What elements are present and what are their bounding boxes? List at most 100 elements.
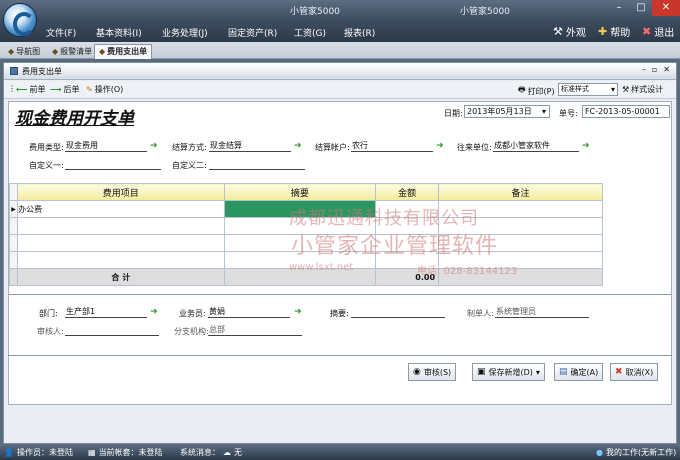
tab-label: 报警清单 xyxy=(60,46,93,56)
document-window-icon xyxy=(10,67,18,75)
save-new-button[interactable]: ▣ 保存新增(D) ▾ xyxy=(472,363,545,381)
date-label: 日期: xyxy=(444,109,463,118)
settle-method-field[interactable]: 现金结算 xyxy=(209,140,291,152)
col-header-remark[interactable]: 备注 xyxy=(438,183,603,201)
tab-label: 导航图 xyxy=(16,46,41,56)
custom-field-1[interactable] xyxy=(65,158,161,170)
prev-doc-button[interactable]: ⟵ 前单 xyxy=(16,84,45,95)
settle-method-picker-icon[interactable]: ➜ xyxy=(294,141,302,151)
menu-business[interactable]: 业务处理(J) xyxy=(162,26,208,39)
cancel-button[interactable]: ✖ 取消(X) xyxy=(610,363,659,381)
document-toolbar: ⋮ ⟵ 前单 ⟶ 后单 ✎ 操作(O) 🖶 打印(P) 标准样式 ⚒ 样式设计 xyxy=(4,81,676,99)
window-title-left: 小管家5000 xyxy=(290,7,340,17)
next-doc-button[interactable]: ⟶ 后单 xyxy=(50,84,79,95)
alarm-icon: ◆ xyxy=(52,46,59,56)
close-button[interactable]: ✕ xyxy=(652,0,680,16)
menu-salary[interactable]: 工资(G) xyxy=(294,26,326,39)
doc-minimize-button[interactable]: – xyxy=(642,65,646,74)
operations-icon: ✎ xyxy=(86,85,93,94)
minimize-button[interactable]: – xyxy=(608,0,630,16)
expense-document-window: 费用支出单 – ▫ ✕ ⋮ ⟵ 前单 ⟶ 后单 ✎ 操作(O) 🖶 打印(P) … xyxy=(3,62,677,444)
settle-account-picker-icon[interactable]: ➜ xyxy=(436,141,444,151)
maximize-button[interactable]: □ xyxy=(630,0,652,16)
arrow-left-icon: ⟵ xyxy=(16,85,28,94)
wrench-icon: ⚒ xyxy=(622,85,630,94)
col-header-amount[interactable]: 金额 xyxy=(375,183,440,201)
audit-label: 审核(S) xyxy=(423,367,452,377)
clerk-field[interactable]: 黄娟 xyxy=(208,306,290,318)
my-work-status[interactable]: ● 我的工作(无新工作) xyxy=(596,447,676,458)
sysmsg-value: 无 xyxy=(234,448,242,457)
style-design-button[interactable]: ⚒ 样式设计 xyxy=(622,84,663,95)
auditor-label: 审核人: xyxy=(37,327,64,336)
date-picker[interactable]: 2013年05月13日 xyxy=(464,105,550,118)
custom-field-2[interactable] xyxy=(209,158,305,170)
save-icon: ▤ xyxy=(559,367,568,377)
my-work-text: 我的工作(无新工作) xyxy=(605,448,677,457)
account-status: ▦ 当前帐套：未登陆 xyxy=(88,447,163,458)
style-design-label: 样式设计 xyxy=(631,85,664,94)
help-menu[interactable]: ✚ 帮助 xyxy=(598,24,630,39)
tab-navigation[interactable]: ◆ 导航图 xyxy=(4,44,44,59)
exit-label: 退出 xyxy=(654,28,675,39)
print-button[interactable]: 🖶 打印(P) xyxy=(518,84,555,98)
menu-file[interactable]: 文件(F) xyxy=(46,26,76,39)
date-dropdown-icon[interactable]: ▾ xyxy=(542,107,546,116)
department-picker-icon[interactable]: ➜ xyxy=(150,307,158,317)
menu-basic-data[interactable]: 基本资料(I) xyxy=(96,26,142,39)
page-title: 现金费用开支单 xyxy=(15,109,134,129)
toolbar-grip: ⋮ xyxy=(8,84,16,93)
watermark-phone: 电话: 028-83144123 xyxy=(417,266,518,277)
window-title-right: 小管家5000 xyxy=(460,7,510,17)
menu-fixed-assets[interactable]: 固定资产(R) xyxy=(228,26,277,39)
cell-expense-item[interactable] xyxy=(17,251,225,269)
sysmsg-label: 系统消息： xyxy=(180,448,220,457)
col-header-summary[interactable]: 摘要 xyxy=(223,183,377,201)
row-indicator-header xyxy=(8,183,19,201)
system-message: 系统消息： ☁ 无 xyxy=(180,447,242,458)
document-window-controls: – ▫ ✕ xyxy=(642,65,670,74)
exit-menu[interactable]: ✖ 退出 xyxy=(642,24,674,39)
save-new-icon: ▣ xyxy=(477,367,486,377)
row-indicator xyxy=(8,234,19,252)
title-bar: 小管家5000 小管家5000 – □ ✕ 文件(F) 基本资料(I) 业务处理… xyxy=(0,0,680,42)
cell-expense-item[interactable]: 办公费 xyxy=(17,200,225,218)
account-text: 当前帐套：未登陆 xyxy=(98,448,163,457)
document-icon: ◆ xyxy=(99,47,106,56)
expense-type-field[interactable]: 现金费用 xyxy=(65,140,147,152)
doc-number-field[interactable]: FC-2013-05-00001 xyxy=(582,105,670,118)
document-titlebar: 费用支出单 – ▫ ✕ xyxy=(4,63,676,80)
menu-reports[interactable]: 报表(R) xyxy=(344,26,375,39)
audit-icon: ◉ xyxy=(413,367,421,377)
settle-account-field[interactable]: 农行 xyxy=(351,140,433,152)
doc-restore-button[interactable]: ▫ xyxy=(652,65,657,74)
tab-expense-sheet[interactable]: ◆ 费用支出单 xyxy=(94,44,153,59)
department-field[interactable]: 生产部1 xyxy=(65,306,147,318)
arrow-right-icon: ⟶ xyxy=(50,85,62,94)
ok-button[interactable]: ▤ 确定(A) xyxy=(554,363,604,381)
doc-close-button[interactable]: ✕ xyxy=(663,65,670,74)
cell-expense-item[interactable] xyxy=(17,234,225,252)
button-bar-divider xyxy=(8,355,672,356)
style-select[interactable]: 标准样式 xyxy=(558,83,618,96)
partner-unit-field[interactable]: 成都小管家软件 xyxy=(493,140,579,152)
cell-expense-item[interactable] xyxy=(17,217,225,235)
watermark-product: 小管家企业管理软件 xyxy=(291,234,499,259)
clerk-picker-icon[interactable]: ➜ xyxy=(294,307,302,317)
department-label: 部门: xyxy=(39,309,58,318)
appearance-menu[interactable]: ⚒ 外观 xyxy=(553,24,586,39)
audit-button[interactable]: ◉ 审核(S) xyxy=(408,363,457,381)
save-new-dropdown-icon[interactable]: ▾ xyxy=(536,368,540,377)
operations-button[interactable]: ✎ 操作(O) xyxy=(86,84,123,95)
tab-alarm-list[interactable]: ◆ 报警清单 xyxy=(48,44,96,59)
operator-status: 👤 操作员：未登陆 xyxy=(4,447,73,458)
expense-type-picker-icon[interactable]: ➜ xyxy=(150,141,158,151)
maker-label: 制单人: xyxy=(467,309,494,318)
partner-unit-picker-icon[interactable]: ➜ xyxy=(582,141,590,151)
ok-label: 确定(A) xyxy=(570,367,599,377)
summary-field[interactable] xyxy=(351,306,445,318)
cancel-icon: ✖ xyxy=(615,367,623,377)
col-header-expense-item[interactable]: 费用项目 xyxy=(17,183,225,201)
row-indicator xyxy=(8,268,19,286)
cancel-label: 取消(X) xyxy=(625,367,654,377)
